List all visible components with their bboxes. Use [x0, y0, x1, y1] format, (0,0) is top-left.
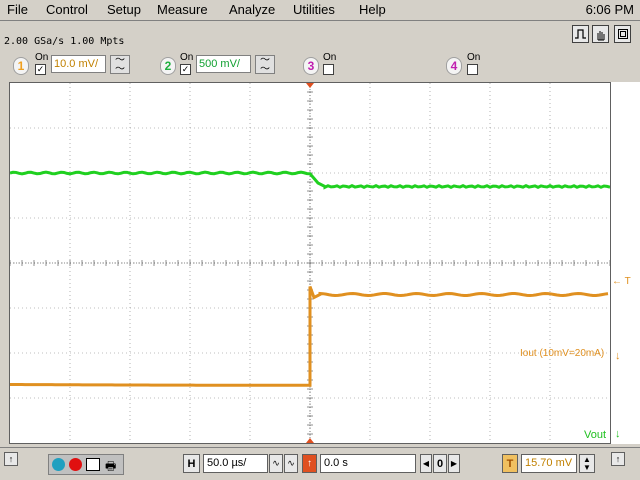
- menu-measure[interactable]: Measure: [157, 2, 208, 17]
- channel-2-scale[interactable]: 500 mV/: [196, 55, 251, 73]
- sample-rate-readout: 2.00 GSa/s 1.00 Mpts: [4, 36, 125, 47]
- channel-2-on-checkbox[interactable]: ✓: [180, 64, 191, 75]
- channel-2-adjust-icon[interactable]: 〜〜: [255, 55, 275, 75]
- menu-setup[interactable]: Setup: [107, 2, 141, 17]
- timebase-field[interactable]: 50.0 µs/: [203, 454, 268, 473]
- horizontal-label: H: [183, 454, 200, 473]
- timebase-fine-icon[interactable]: ∿: [284, 454, 298, 473]
- clock: 6:06 PM: [585, 2, 634, 17]
- scroll-up-icon[interactable]: ↑: [4, 452, 18, 466]
- pulse-icon[interactable]: [572, 25, 589, 43]
- channel-1-scale[interactable]: 10.0 mV/: [51, 55, 106, 73]
- trigger-level-marker: ← T: [612, 276, 631, 287]
- channel-1-on-label: On: [35, 52, 49, 63]
- waveform-display[interactable]: [9, 82, 611, 444]
- iout-label: Iout (10mV=20mA): [520, 348, 605, 359]
- trigger-label: T: [502, 454, 518, 473]
- waveform-graticule: [10, 83, 610, 443]
- run-button-icon[interactable]: [52, 458, 65, 471]
- delay-left-icon[interactable]: ◀: [420, 454, 432, 473]
- delay-field[interactable]: 0.0 s: [320, 454, 416, 473]
- channel-3-badge[interactable]: 3: [303, 57, 319, 75]
- channel-2-on-label: On: [180, 52, 194, 63]
- run-controls-group: 🖶: [48, 454, 124, 475]
- menu-control[interactable]: Control: [46, 2, 88, 17]
- delay-right-icon[interactable]: ▶: [448, 454, 460, 473]
- menu-utilities[interactable]: Utilities: [293, 2, 335, 17]
- trigger-level-spinner-icon[interactable]: ▲ ▼: [579, 454, 595, 473]
- acquisition-row: 2.00 GSa/s 1.00 Mpts: [0, 22, 640, 50]
- zoom-box-icon[interactable]: [614, 25, 631, 43]
- scroll-down-icon[interactable]: ↑: [611, 452, 625, 466]
- vout-label: Vout: [584, 429, 607, 441]
- channel-4-on-label: On: [467, 52, 481, 63]
- channel-1-badge[interactable]: 1: [13, 57, 29, 75]
- print-icon[interactable]: 🖶: [105, 457, 116, 478]
- trigger-top-marker: [306, 83, 314, 88]
- channel-3-on-checkbox[interactable]: [323, 64, 334, 75]
- delay-zero-button[interactable]: 0: [433, 454, 447, 473]
- trigger-level-field[interactable]: 15.70 mV: [521, 454, 577, 473]
- channel-4-on-checkbox[interactable]: [467, 64, 478, 75]
- channel-4-badge[interactable]: 4: [446, 57, 462, 75]
- channel-1-adjust-icon[interactable]: 〜〜: [110, 55, 130, 75]
- single-capture-icon[interactable]: [86, 458, 100, 471]
- trigger-position-icon[interactable]: ↑: [302, 454, 317, 473]
- channel-1-on-checkbox[interactable]: ✓: [35, 64, 46, 75]
- menu-help[interactable]: Help: [359, 2, 386, 17]
- vout-ground-marker-icon: ↓: [615, 428, 621, 440]
- menu-file[interactable]: File: [7, 2, 28, 17]
- timebase-adjust-icon[interactable]: ∿: [269, 454, 283, 473]
- channel-row: 1 On ✓ 10.0 mV/ 〜〜 2 On ✓ 500 mV/ 〜〜 3 O…: [0, 50, 640, 78]
- iout-trace: [10, 285, 609, 387]
- trace-labels-panel: ← T ↓ ↓: [611, 82, 640, 444]
- trigger-bottom-marker: [306, 438, 314, 443]
- channel-3-on-label: On: [323, 52, 337, 63]
- pointer-hand-icon[interactable]: [592, 25, 609, 43]
- bottom-toolbar: ↑ 🖶 H 50.0 µs/ ∿ ∿ ↑ 0.0 s ◀ 0 ▶ T 15.70…: [0, 447, 640, 480]
- stop-button-icon[interactable]: [69, 458, 82, 471]
- iout-ground-marker-icon: ↓: [615, 350, 621, 362]
- menu-analyze[interactable]: Analyze: [229, 2, 275, 17]
- menu-bar: File Control Setup Measure Analyze Utili…: [0, 0, 640, 21]
- channel-2-badge[interactable]: 2: [160, 57, 176, 75]
